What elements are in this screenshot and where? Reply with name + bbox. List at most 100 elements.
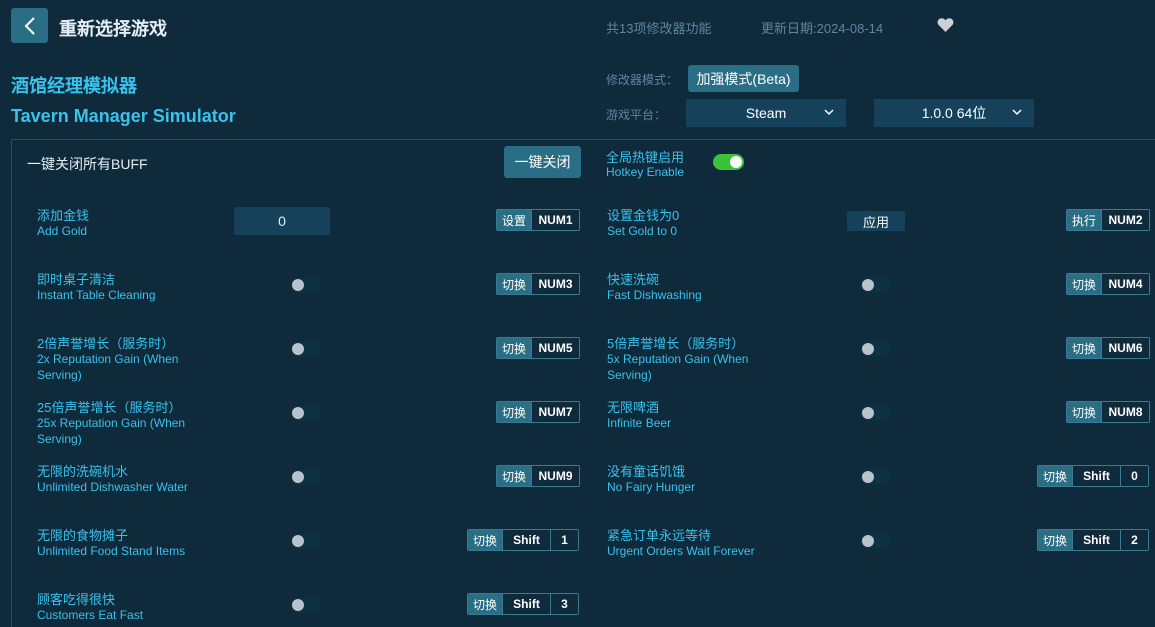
gold-amount-input[interactable]: 0 — [234, 207, 330, 235]
feature-label-cn: 紧急订单永远等待 — [607, 528, 712, 543]
feature-toggle[interactable] — [291, 405, 321, 421]
hotkey-key: NUM6 — [1101, 338, 1149, 358]
game-name-cn: 酒馆经理模拟器 — [11, 76, 137, 96]
feature-label-cn: 顾客吃得很快 — [37, 592, 116, 607]
close-all-label: 一键关闭所有BUFF — [27, 156, 148, 172]
hotkey-key: 1 — [550, 530, 578, 550]
hotkey-binding[interactable]: 切换 NUM9 — [496, 465, 580, 487]
toggle-knob — [292, 407, 304, 419]
mode-label: 修改器模式： — [606, 73, 679, 87]
feature-label-cn: 即时桌子清洁 — [37, 272, 116, 287]
toggle-knob — [862, 279, 874, 291]
hotkey-key: NUM5 — [531, 338, 579, 358]
hotkey-action-label: 切换 — [468, 530, 502, 550]
close-all-button[interactable]: 一键关闭 — [504, 146, 581, 178]
feature-label-cn: 5倍声誉增长（服务时） — [607, 336, 745, 351]
hotkey-action-label: 切换 — [497, 402, 531, 422]
hotkey-key: 2 — [1120, 530, 1148, 550]
hotkey-label-en: Hotkey Enable — [606, 165, 685, 179]
version-value: 1.0.0 64位 — [921, 105, 987, 121]
hotkey-key: NUM7 — [531, 402, 579, 422]
feature-toggle[interactable] — [861, 405, 891, 421]
apply-button[interactable]: 应用 — [847, 211, 905, 231]
feature-label-cn: 无限的洗碗机水 — [37, 464, 129, 479]
toggle-knob — [292, 599, 304, 611]
hotkey-key: NUM3 — [531, 274, 579, 294]
hotkey-binding[interactable]: 切换 NUM8 — [1066, 401, 1150, 423]
feature-toggle[interactable] — [291, 597, 321, 613]
hotkey-binding[interactable]: 切换 NUM4 — [1066, 273, 1150, 295]
feature-label-en: Unlimited Dishwasher Water — [37, 480, 188, 494]
chevron-down-icon — [824, 109, 834, 116]
toggle-knob — [862, 407, 874, 419]
hotkey-binding[interactable]: 切换 NUM5 — [496, 337, 580, 359]
hotkey-binding[interactable]: 切换 Shift 3 — [467, 593, 579, 615]
feature-toggle[interactable] — [861, 533, 891, 549]
feature-toggle[interactable] — [861, 469, 891, 485]
feature-label-en: Infinite Beer — [607, 416, 672, 430]
game-name-en: Tavern Manager Simulator — [11, 106, 236, 126]
hotkey-key: NUM9 — [531, 466, 579, 486]
version-select[interactable]: 1.0.0 64位 — [874, 99, 1034, 127]
feature-toggle[interactable] — [861, 277, 891, 293]
heart-icon[interactable] — [937, 17, 954, 33]
feature-toggle[interactable] — [291, 533, 321, 549]
feature-count: 共13项修改器功能 — [606, 21, 712, 36]
feature-label-cn: 无限的食物摊子 — [37, 528, 129, 543]
chevron-left-icon — [24, 16, 35, 35]
top-bar: 重新选择游戏 共13项修改器功能 更新日期:2024-08-14 — [0, 0, 1155, 52]
hotkey-binding[interactable]: 切换 NUM6 — [1066, 337, 1150, 359]
hotkey-action-label: 切换 — [1067, 338, 1101, 358]
hotkey-action-label: 执行 — [1067, 210, 1101, 230]
platform-select[interactable]: Steam — [686, 99, 846, 127]
feature-label-cn: 2倍声誉增长（服务时） — [37, 336, 175, 351]
feature-label-cn: 没有童话饥饿 — [607, 464, 686, 479]
hotkey-binding[interactable]: 切换 NUM3 — [496, 273, 580, 295]
page-title[interactable]: 重新选择游戏 — [59, 15, 167, 41]
hotkey-key: Shift — [502, 530, 550, 550]
hotkey-key: Shift — [1072, 530, 1120, 550]
hotkey-binding[interactable]: 切换 NUM7 — [496, 401, 580, 423]
feature-toggle[interactable] — [291, 341, 321, 357]
toggle-knob — [292, 535, 304, 547]
feature-label-en: Set Gold to 0 — [607, 224, 678, 238]
hotkey-action-label: 切换 — [497, 338, 531, 358]
feature-toggle[interactable] — [861, 341, 891, 357]
hotkey-binding[interactable]: 切换 Shift 1 — [467, 529, 579, 551]
toggle-knob — [862, 535, 874, 547]
feature-label-en: No Fairy Hunger — [607, 480, 696, 494]
feature-label-en: Add Gold — [37, 224, 88, 238]
feature-label-cn: 25倍声誉增长（服务时） — [37, 400, 182, 415]
feature-label-cn: 设置金钱为0 — [607, 208, 680, 223]
hotkey-binding[interactable]: 执行 NUM2 — [1066, 209, 1150, 231]
hotkey-action-label: 切换 — [1038, 466, 1072, 486]
feature-toggle[interactable] — [291, 277, 321, 293]
hotkey-action-label: 切换 — [468, 594, 502, 614]
feature-label-en: 5x Reputation Gain (When Serving) — [607, 352, 749, 382]
hotkey-label-cn: 全局热键启用 — [606, 150, 685, 165]
hotkey-action-label: 切换 — [1067, 274, 1101, 294]
hotkey-binding[interactable]: 设置 NUM1 — [496, 209, 580, 231]
hotkey-key: 0 — [1120, 466, 1148, 486]
feature-label-cn: 无限啤酒 — [607, 400, 660, 415]
feature-label-en: Urgent Orders Wait Forever — [607, 544, 755, 558]
hotkey-key: NUM8 — [1101, 402, 1149, 422]
feature-toggle[interactable] — [291, 469, 321, 485]
hotkey-action-label: 设置 — [497, 210, 531, 230]
hotkey-binding[interactable]: 切换 Shift 2 — [1037, 529, 1149, 551]
feature-label-en: Unlimited Food Stand Items — [37, 544, 186, 558]
hotkey-key: NUM4 — [1101, 274, 1149, 294]
update-date: 更新日期:2024-08-14 — [761, 21, 884, 36]
back-button[interactable] — [11, 8, 48, 43]
hotkey-binding[interactable]: 切换 Shift 0 — [1037, 465, 1149, 487]
hotkey-toggle[interactable] — [713, 154, 744, 170]
feature-label-cn: 添加金钱 — [37, 208, 90, 223]
chevron-down-icon — [1012, 109, 1022, 116]
platform-value: Steam — [745, 105, 787, 121]
toggle-knob — [862, 343, 874, 355]
toggle-knob — [292, 343, 304, 355]
hotkey-key: Shift — [1072, 466, 1120, 486]
hotkey-action-label: 切换 — [497, 274, 531, 294]
toggle-knob — [292, 471, 304, 483]
mode-button[interactable]: 加强模式(Beta) — [688, 65, 799, 92]
